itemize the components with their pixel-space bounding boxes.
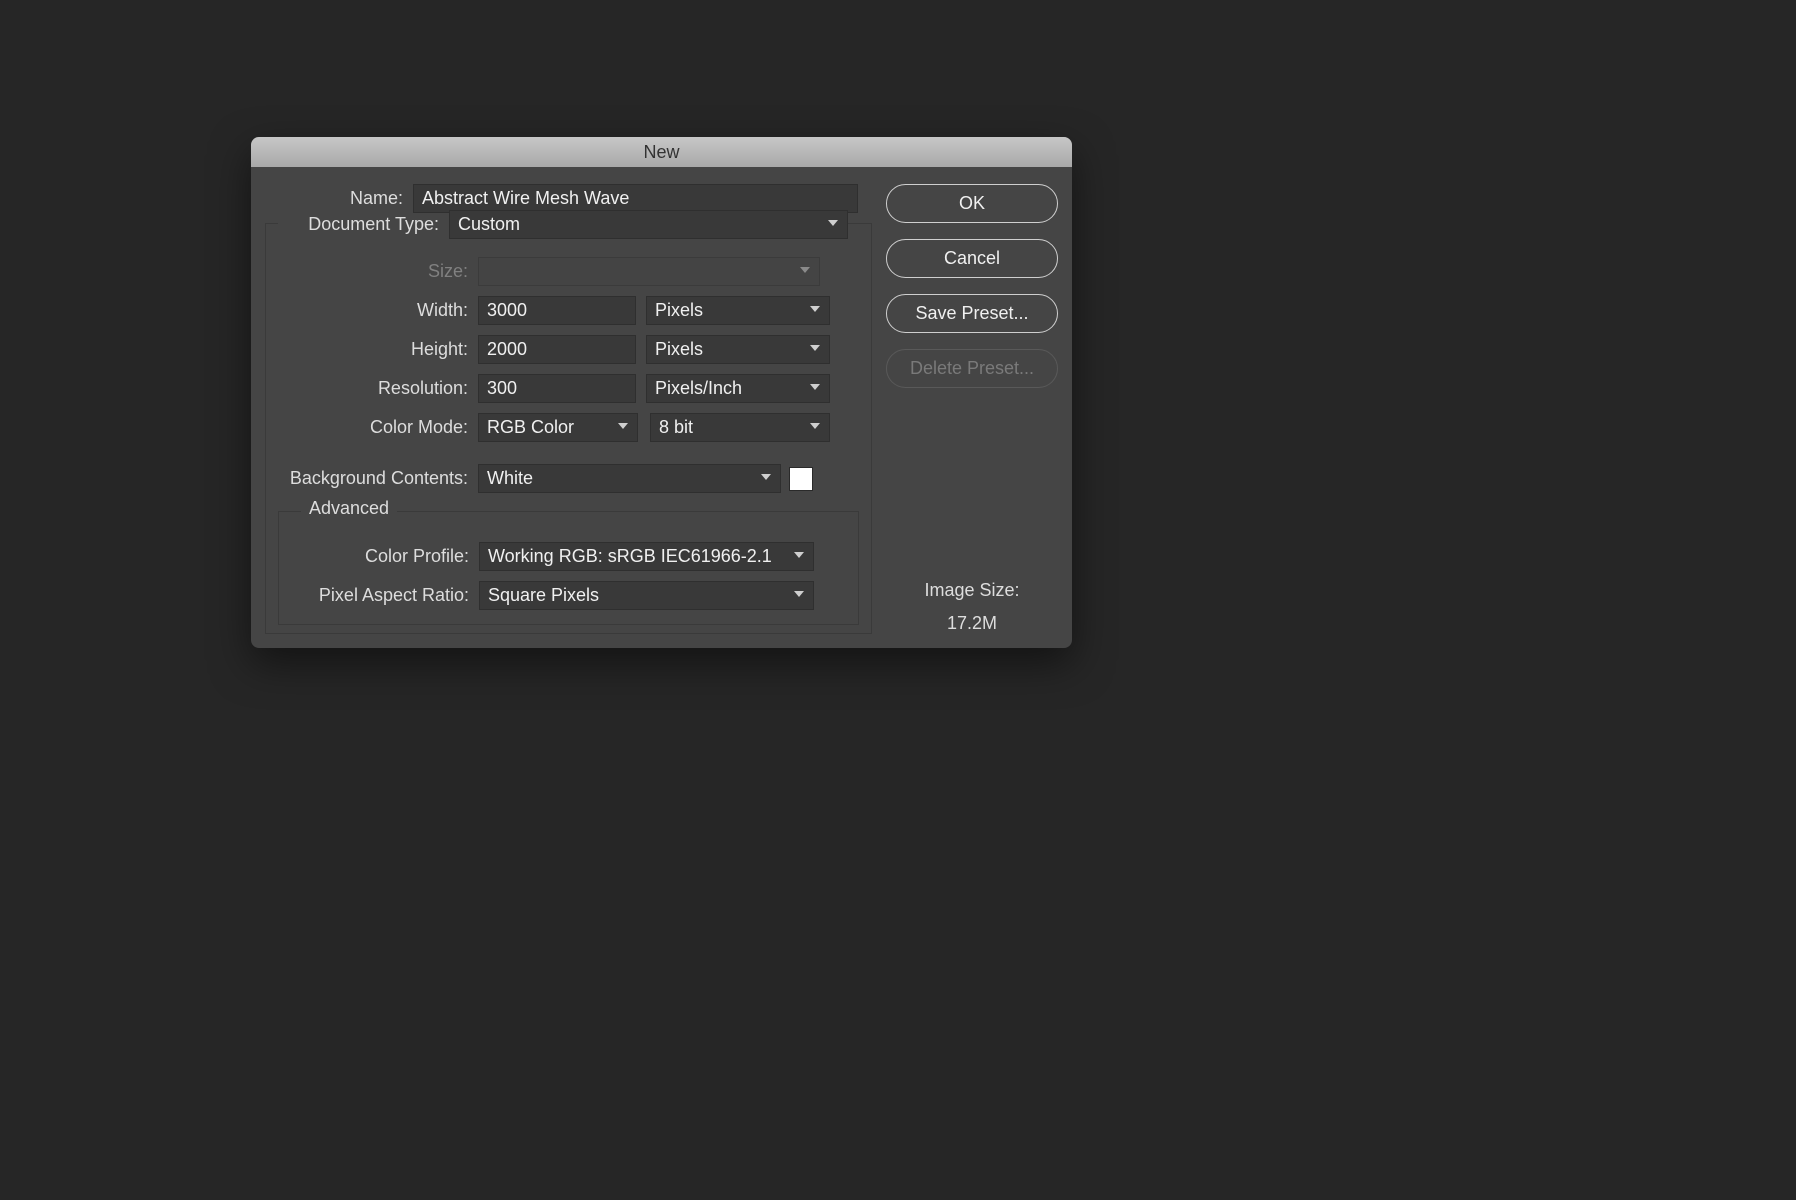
save-preset-button-label: Save Preset... bbox=[915, 303, 1028, 324]
height-label: Height: bbox=[278, 339, 478, 360]
chevron-down-icon bbox=[760, 473, 772, 485]
dialog-titlebar: New bbox=[251, 137, 1072, 167]
resolution-input[interactable] bbox=[478, 374, 636, 403]
save-preset-button[interactable]: Save Preset... bbox=[886, 294, 1058, 333]
width-label: Width: bbox=[278, 300, 478, 321]
chevron-down-icon bbox=[809, 305, 821, 317]
name-label: Name: bbox=[265, 188, 413, 209]
pixel-aspect-label: Pixel Aspect Ratio: bbox=[291, 585, 479, 606]
color-profile-label: Color Profile: bbox=[291, 546, 479, 567]
width-input[interactable] bbox=[478, 296, 636, 325]
size-select[interactable] bbox=[478, 257, 820, 286]
document-settings-group: Document Type: Custom Size: Width: bbox=[265, 223, 872, 634]
height-unit-select[interactable]: Pixels bbox=[646, 335, 830, 364]
ok-button-label: OK bbox=[959, 193, 985, 214]
doctype-label: Document Type: bbox=[278, 214, 449, 235]
advanced-group: Advanced Color Profile: Working RGB: sRG… bbox=[278, 511, 859, 625]
chevron-down-icon bbox=[809, 383, 821, 395]
chevron-down-icon bbox=[809, 422, 821, 434]
width-unit-select[interactable]: Pixels bbox=[646, 296, 830, 325]
resolution-unit-select[interactable]: Pixels/Inch bbox=[646, 374, 830, 403]
image-size-value: 17.2M bbox=[886, 613, 1058, 634]
cancel-button[interactable]: Cancel bbox=[886, 239, 1058, 278]
chevron-down-icon bbox=[617, 422, 629, 434]
delete-preset-button-label: Delete Preset... bbox=[910, 358, 1034, 379]
chevron-down-icon bbox=[793, 590, 805, 602]
bg-contents-select[interactable]: White bbox=[478, 464, 781, 493]
bg-contents-label: Background Contents: bbox=[278, 468, 478, 489]
advanced-legend: Advanced bbox=[301, 498, 397, 519]
doctype-select[interactable]: Custom bbox=[449, 210, 848, 239]
ok-button[interactable]: OK bbox=[886, 184, 1058, 223]
name-input[interactable] bbox=[413, 184, 858, 213]
color-profile-select[interactable]: Working RGB: sRGB IEC61966-2.1 bbox=[479, 542, 814, 571]
delete-preset-button: Delete Preset... bbox=[886, 349, 1058, 388]
pixel-aspect-select[interactable]: Square Pixels bbox=[479, 581, 814, 610]
chevron-down-icon bbox=[793, 551, 805, 563]
chevron-down-icon bbox=[799, 266, 811, 278]
chevron-down-icon bbox=[827, 219, 839, 231]
chevron-down-icon bbox=[809, 344, 821, 356]
new-document-dialog: New Name: Document Type: Custom Size: bbox=[251, 137, 1072, 648]
image-size-info: Image Size: 17.2M bbox=[886, 580, 1058, 634]
bit-depth-select[interactable]: 8 bit bbox=[650, 413, 830, 442]
resolution-label: Resolution: bbox=[278, 378, 478, 399]
color-mode-label: Color Mode: bbox=[278, 417, 478, 438]
size-label: Size: bbox=[278, 261, 478, 282]
bg-color-swatch[interactable] bbox=[789, 467, 813, 491]
height-input[interactable] bbox=[478, 335, 636, 364]
color-mode-select[interactable]: RGB Color bbox=[478, 413, 638, 442]
image-size-label: Image Size: bbox=[886, 580, 1058, 601]
cancel-button-label: Cancel bbox=[944, 248, 1000, 269]
dialog-title: New bbox=[643, 142, 679, 163]
